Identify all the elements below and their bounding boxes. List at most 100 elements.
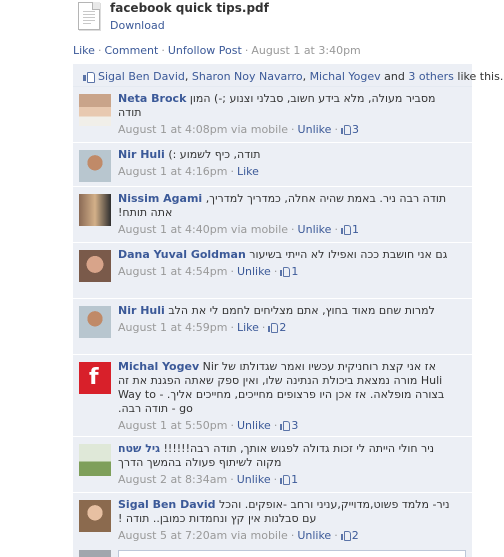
like-count[interactable]: 3 (340, 123, 359, 136)
like-count-value: 3 (351, 123, 359, 136)
comment-author[interactable]: Sigal Ben David (118, 498, 215, 511)
comment-body: Nissim Agami תודה רבה ניר. באמת שהיה אחל… (118, 192, 458, 236)
like-count[interactable]: 1 (280, 473, 298, 486)
post-actions: Like · Comment · Unfollow Post · August 1 at 3… (73, 44, 361, 57)
write-comment-area (73, 547, 472, 557)
comment-author[interactable]: Dana Yuval Goldman (118, 248, 246, 261)
comment-item: Sigal Ben David ניר- מלמד פשוט,מדוייק,ענ… (73, 493, 472, 549)
comment-author[interactable]: Michal Yogev (118, 360, 199, 373)
download-link[interactable]: Download (110, 19, 165, 32)
like-count-value: 2 (351, 529, 359, 542)
avatar[interactable] (79, 94, 111, 126)
comment-item: גיל שטח ניר חולי הייתה לי זכות גדולה לפג… (73, 437, 472, 493)
via-mobile-label: via mobile (227, 529, 288, 542)
comment-meta: August 1 at 4:08pm via mobile · Unlike · 3 (118, 123, 458, 136)
separator-dot: · (230, 419, 234, 432)
unlike-link[interactable]: Unlike (237, 473, 271, 486)
thumbs-up-icon (280, 421, 291, 431)
like-link[interactable]: Like (237, 165, 259, 178)
separator-dot: · (273, 419, 278, 432)
avatar[interactable] (79, 500, 111, 532)
comment-timestamp[interactable]: August 1 at 5:50pm (118, 419, 227, 432)
comment-item: Nissim Agami תודה רבה ניר. באמת שהיה אחל… (73, 187, 472, 243)
comment-text: Sigal Ben David ניר- מלמד פשוט,מדוייק,ענ… (118, 498, 458, 526)
like-count[interactable]: 1 (340, 223, 359, 236)
comment-author[interactable]: Nir Huli (118, 148, 165, 161)
comment-timestamp[interactable]: August 2 at 8:34am (118, 473, 227, 486)
like-count[interactable]: 2 (268, 321, 286, 334)
like-count[interactable]: 3 (280, 419, 298, 432)
attachment-title[interactable]: facebook quick tips.pdf (110, 1, 269, 15)
separator-dot: · (291, 123, 295, 136)
avatar[interactable] (79, 150, 111, 182)
comment-text: Nir Huli תודה, כיף לשמוע :) (118, 148, 458, 162)
comment-timestamp[interactable]: August 1 at 4:40pm (118, 223, 227, 236)
comment-body: Nir Huli למרות שחם מאוד בחוץ, אתם מצליחי… (118, 304, 458, 334)
separator-dot: · (230, 265, 234, 278)
unlike-link[interactable]: Unlike (298, 223, 332, 236)
comment-message: תודה, כיף לשמוע :) (168, 148, 261, 161)
like-count[interactable]: 1 (280, 265, 298, 278)
comment-timestamp[interactable]: August 1 at 4:59pm (118, 321, 227, 334)
comment-timestamp[interactable]: August 5 at 7:20am (118, 529, 227, 542)
comment-text: גיל שטח ניר חולי הייתה לי זכות גדולה לפג… (118, 442, 458, 470)
comment-link[interactable]: Comment (104, 44, 158, 57)
avatar (79, 550, 111, 557)
thumbs-up-icon (340, 225, 351, 235)
separator-dot: · (334, 223, 338, 236)
unlike-link[interactable]: Unlike (297, 529, 331, 542)
facebook-logo-icon: f (89, 365, 99, 390)
comment-timestamp[interactable]: August 1 at 4:16pm (118, 165, 227, 178)
unlike-link[interactable]: Unlike (237, 265, 271, 278)
like-count[interactable]: 2 (340, 529, 359, 542)
comment-meta: August 1 at 4:40pm via mobile · Unlike · 1 (118, 223, 458, 236)
comment-author[interactable]: Nir Huli (118, 304, 165, 317)
like-count-value: 1 (351, 223, 359, 236)
comment-item: Nir Huli למרות שחם מאוד בחוץ, אתם מצליחי… (73, 299, 472, 355)
comment-input[interactable] (118, 550, 466, 557)
avatar[interactable]: f (79, 362, 111, 394)
thumbs-up-icon (83, 71, 95, 83)
pdf-file-icon[interactable] (78, 2, 100, 30)
separator-dot: · (334, 529, 338, 542)
comment-meta: August 5 at 7:20am via mobile · Unlike · 2 (118, 529, 458, 542)
like-link[interactable]: Like (73, 44, 95, 57)
avatar[interactable] (79, 194, 111, 226)
separator-dot: · (290, 529, 295, 542)
liker-name[interactable]: Sigal Ben David (98, 70, 185, 83)
comment-author[interactable]: Neta Brock (118, 92, 186, 105)
comment-item: f Michal Yogev אז אני קצת רוחניקית עכשיו … (73, 355, 472, 437)
comment-message: למרות שחם מאוד בחוץ, אתם מצליחים לחמם לי… (168, 304, 435, 317)
comment-body: Michal Yogev אז אני קצת רוחניקית עכשיו ו… (118, 360, 458, 432)
separator-dot: · (230, 473, 234, 486)
unlike-link[interactable]: Unlike (237, 419, 271, 432)
comment-meta: August 1 at 4:54pm · Unlike · 1 (118, 265, 458, 278)
comment-timestamp[interactable]: August 1 at 4:08pm (118, 123, 227, 136)
comment-timestamp[interactable]: August 1 at 4:54pm (118, 265, 227, 278)
comment-author[interactable]: Nissim Agami (118, 192, 202, 205)
unlike-link[interactable]: Unlike (298, 123, 332, 136)
comment-text: Nissim Agami תודה רבה ניר. באמת שהיה אחל… (118, 192, 458, 220)
like-count-value: 1 (291, 473, 299, 486)
comment-text: Michal Yogev אז אני קצת רוחניקית עכשיו ו… (118, 360, 458, 416)
thumbs-up-icon (280, 475, 291, 485)
unfollow-link[interactable]: Unfollow Post (168, 44, 242, 57)
avatar[interactable] (79, 306, 111, 338)
comment-author[interactable]: גיל שטח (118, 442, 160, 455)
avatar[interactable] (79, 444, 111, 476)
via-mobile-label: via mobile (227, 223, 289, 236)
like-count-value: 2 (279, 321, 287, 334)
like-count-value: 1 (291, 265, 299, 278)
liker-name[interactable]: Sharon Noy Navarro (192, 70, 303, 83)
like-link[interactable]: Like (237, 321, 259, 334)
comment-body: Nir Huli תודה, כיף לשמוע :) August 1 at 4… (118, 148, 458, 178)
separator-dot: · (334, 123, 338, 136)
separator-dot: · (291, 223, 295, 236)
others-link[interactable]: 3 others (408, 70, 454, 83)
attachment: facebook quick tips.pdf Download (76, 0, 476, 36)
thumbs-up-icon (340, 125, 351, 135)
post-timestamp[interactable]: August 1 at 3:40pm (251, 44, 360, 57)
separator-dot: · (273, 473, 278, 486)
avatar[interactable] (79, 250, 111, 282)
liker-name[interactable]: Michal Yogev (310, 70, 381, 83)
